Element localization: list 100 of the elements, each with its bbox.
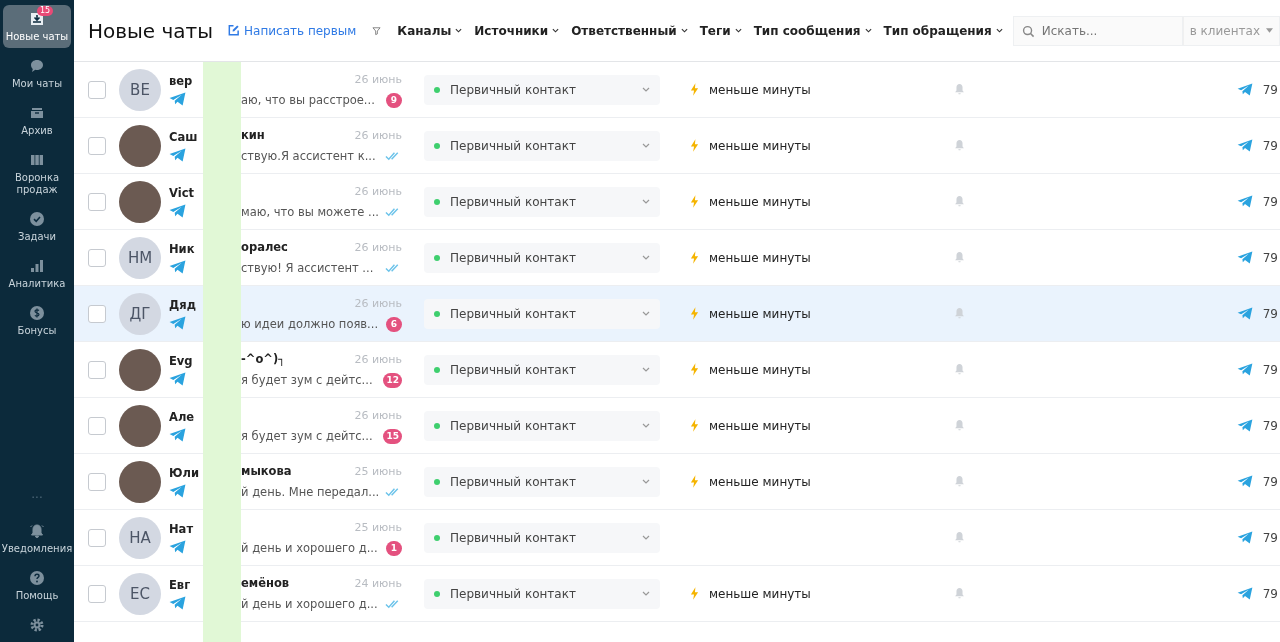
- status-dropdown[interactable]: Первичный контакт: [424, 466, 660, 497]
- paper-plane-icon: [1236, 363, 1253, 376]
- status-dropdown[interactable]: Первичный контакт: [424, 410, 660, 441]
- write-first-link[interactable]: Написать первым: [227, 23, 357, 38]
- bell-icon[interactable]: [954, 475, 965, 488]
- channel-number: 79: [1262, 306, 1278, 321]
- page-title: Новые чаты: [88, 18, 214, 43]
- checkbox[interactable]: [88, 472, 106, 491]
- message-preview: й день. Мне передал...: [241, 485, 380, 499]
- status-dropdown[interactable]: Первичный контакт: [424, 130, 660, 161]
- message-preview: ствую! Я ассистент ...: [241, 261, 374, 275]
- chat-row[interactable]: ДГ Дяд 26 июнь ю идеи должно появ... 6 Первичный контакт меньше минуты 79: [74, 286, 1280, 342]
- checkbox[interactable]: [88, 360, 106, 379]
- caret-icon: [1266, 28, 1273, 33]
- checkbox[interactable]: [88, 416, 106, 435]
- caret-icon: [642, 143, 650, 148]
- filter-dropdown[interactable]: Теги: [693, 23, 748, 38]
- chat-row[interactable]: Юли мыкова 25 июнь й день. Мне передал... Первичный контакт меньше минуты 79: [74, 454, 1280, 510]
- bell-icon[interactable]: [954, 419, 965, 432]
- chat-row[interactable]: Vict 26 июнь маю, что вы можете ... Первичный контакт меньше минуты 79: [74, 174, 1280, 230]
- contact-name: мыкова: [241, 464, 292, 478]
- lightning-icon: [690, 363, 699, 376]
- paper-plane-icon: [1236, 195, 1253, 208]
- checkbox[interactable]: [88, 304, 106, 323]
- unread-count: 15: [383, 428, 402, 444]
- unread-count: 9: [386, 92, 402, 108]
- photo-placeholder: [119, 404, 161, 447]
- response-time: меньше минуты: [709, 82, 811, 97]
- dollar-coin-icon: [29, 305, 45, 321]
- chat-row[interactable]: ЕС Евг емёнов 24 июнь й день и хорошего д... Первичный контакт меньше минуты 79: [74, 566, 1280, 622]
- chat-row[interactable]: Але 26 июнь я будет зум с дейтс... 15 Первичный контакт меньше минуты 79: [74, 398, 1280, 454]
- checkbox[interactable]: [88, 584, 106, 603]
- caret-icon: [995, 28, 1003, 33]
- channel-number: 79: [1262, 250, 1278, 265]
- search-field[interactable]: Искать...: [1012, 15, 1183, 46]
- nav-item[interactable]: Воронка продаж: [3, 146, 71, 201]
- message-date: 26 июнь: [354, 72, 402, 86]
- filter-dropdown[interactable]: Каналы: [391, 23, 469, 38]
- help-icon: [29, 570, 45, 586]
- chat-row[interactable]: Evg -^o^)┐ 26 июнь я будет зум с дейтс... 12 Первичный контакт меньше минуты 79: [74, 342, 1280, 398]
- message-date: 26 июнь: [354, 296, 402, 310]
- contact-name: Дяд: [169, 297, 197, 312]
- avatar-initials: ДГ: [119, 292, 161, 335]
- channel-number: 79: [1262, 194, 1278, 209]
- message-date: 24 июнь: [354, 576, 402, 590]
- paper-plane-icon: [1236, 307, 1253, 320]
- nav-item[interactable]: Бонусы: [3, 299, 71, 342]
- unread-count: 1: [386, 540, 402, 556]
- contact-name: Саш: [169, 129, 199, 144]
- status-dropdown[interactable]: Первичный контакт: [424, 242, 660, 273]
- response-time: меньше минуты: [709, 474, 811, 489]
- chat-row[interactable]: ВЕ вер 26 июнь аю, что вы расстрое... 9 Первичный контакт меньше минуты 79: [74, 62, 1280, 118]
- avatar-initials: ЕС: [119, 572, 161, 615]
- bell-icon[interactable]: [954, 587, 965, 600]
- chat-row[interactable]: Саш кин 26 июнь ствую.Я ассистент к... Первичный контакт меньше минуты 79: [74, 118, 1280, 174]
- checkbox[interactable]: [88, 192, 106, 211]
- filter-dropdown[interactable]: Тип обращения: [877, 23, 1009, 38]
- nav-item[interactable]: 15 Новые чаты: [3, 5, 71, 48]
- filter-dropdown[interactable]: Тип сообщения: [747, 23, 878, 38]
- message-date: 25 июнь: [354, 520, 402, 534]
- response-time: меньше минуты: [709, 138, 811, 153]
- lightning-icon: [690, 587, 699, 600]
- caret-icon: [734, 28, 742, 33]
- caret-icon: [642, 311, 650, 316]
- response-time: меньше минуты: [709, 362, 811, 377]
- checkbox[interactable]: [88, 248, 106, 267]
- message-preview: й день и хорошего д...: [241, 541, 378, 555]
- checkbox[interactable]: [88, 136, 106, 155]
- chat-row[interactable]: НА Нат 25 июнь й день и хорошего д... 1 Первичный контакт 79: [74, 510, 1280, 566]
- bell-icon[interactable]: [954, 83, 965, 96]
- checkbox[interactable]: [88, 80, 106, 99]
- status-dropdown[interactable]: Первичный контакт: [424, 298, 660, 329]
- nav-item[interactable]: Помощь: [3, 564, 71, 607]
- bell-icon[interactable]: [954, 251, 965, 264]
- status-dropdown[interactable]: Первичный контакт: [424, 354, 660, 385]
- contact-name: емёнов: [241, 576, 290, 590]
- bell-icon[interactable]: [954, 531, 965, 544]
- status-dropdown[interactable]: Первичный контакт: [424, 578, 660, 609]
- status-dropdown[interactable]: Первичный контакт: [424, 186, 660, 217]
- response-time: меньше минуты: [709, 194, 811, 209]
- bell-icon[interactable]: [954, 139, 965, 152]
- channel-number: 79: [1262, 586, 1278, 601]
- bell-icon[interactable]: [954, 195, 965, 208]
- nav-item[interactable]: Мои чаты: [3, 52, 71, 95]
- nav-item[interactable]: Уведомления: [3, 517, 71, 560]
- status-dropdown[interactable]: Первичный контакт: [424, 522, 660, 553]
- channel-number: 79: [1262, 474, 1278, 489]
- caret-icon: [680, 28, 688, 33]
- status-dropdown[interactable]: Первичный контакт: [424, 74, 660, 105]
- filter-dropdown[interactable]: Ответственный: [565, 23, 694, 38]
- caret-icon: [642, 479, 650, 484]
- nav-item[interactable]: Аналитика: [3, 252, 71, 295]
- bell-icon[interactable]: [954, 363, 965, 376]
- nav-item[interactable]: Задачи: [3, 205, 71, 248]
- contact-name: Vict: [169, 185, 195, 200]
- paper-plane-icon: [169, 427, 186, 442]
- checkbox[interactable]: [88, 528, 106, 547]
- bell-icon[interactable]: [954, 307, 965, 320]
- nav-item[interactable]: Архив: [3, 99, 71, 142]
- filter-dropdown[interactable]: Источники: [468, 23, 566, 38]
